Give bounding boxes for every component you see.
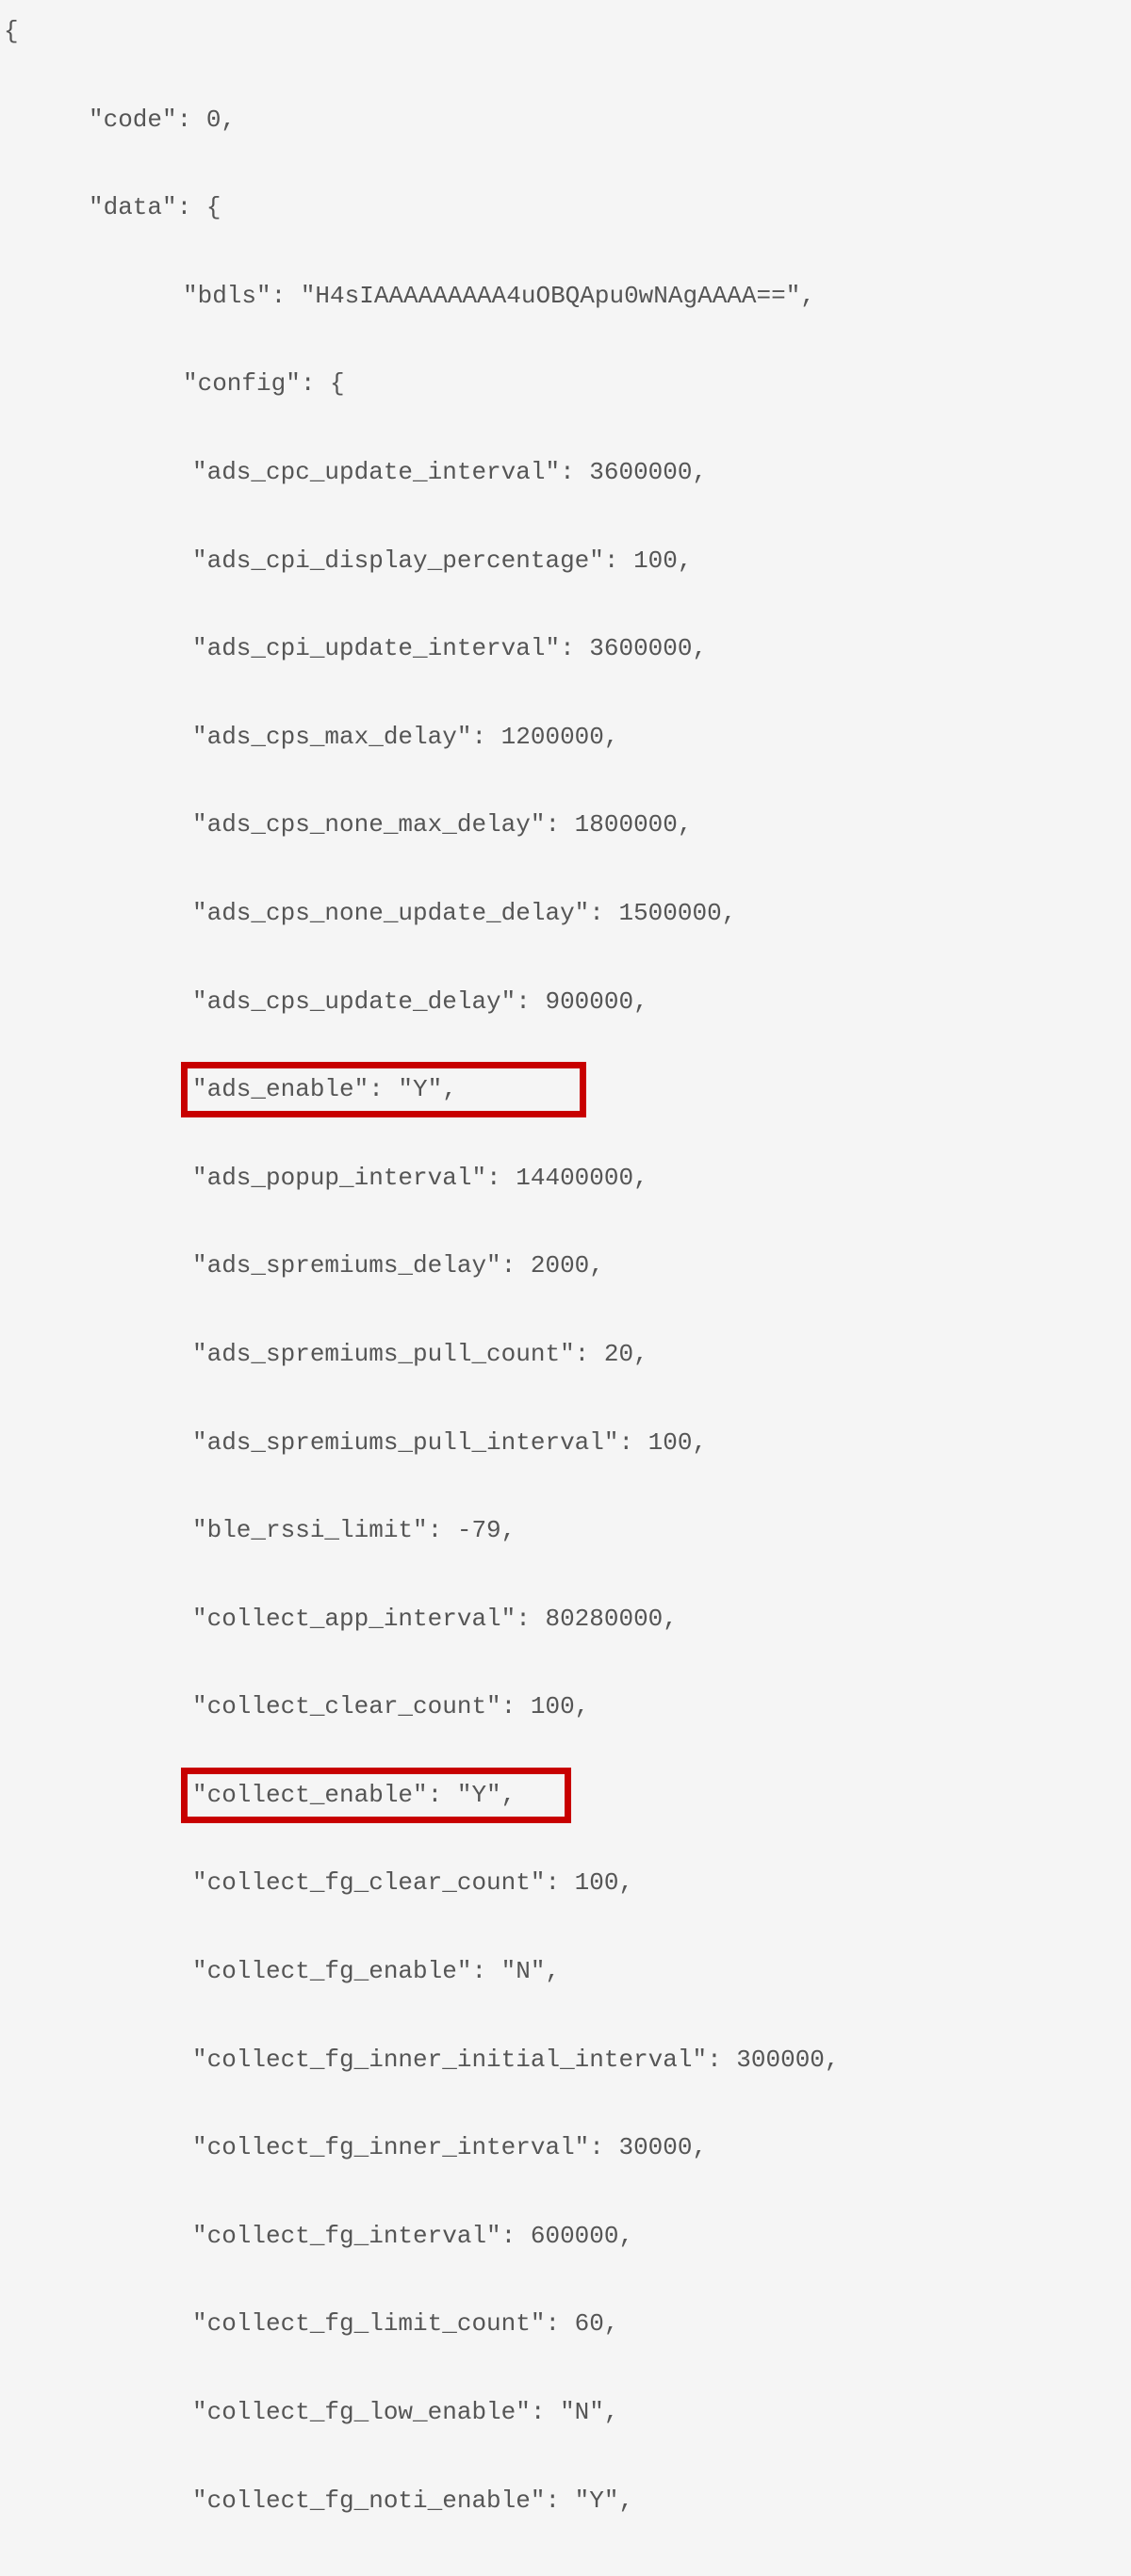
code-line: "collect_clear_count": 100, (4, 1685, 1127, 1729)
json-code-block: { "code": 0, "data": { "bdls": "H4sIAAAA… (0, 0, 1131, 2576)
code-line-highlighted: "ads_enable": "Y", (4, 1068, 1127, 1112)
code-line: "collect_fg_inner_initial_interval": 300… (4, 2038, 1127, 2082)
code-line: "ble_rssi_limit": -79, (4, 1508, 1127, 1553)
highlight-box: "collect_enable": "Y", (192, 1773, 560, 1818)
code-line: "ads_cps_update_delay": 900000, (4, 980, 1127, 1024)
code-line: "bdls": "H4sIAAAAAAAAA4uOBQApu0wNAgAAAA=… (4, 274, 1127, 318)
code-line: "collect_fg_noti_enable": "Y", (4, 2479, 1127, 2523)
code-line: "ads_cps_max_delay": 1200000, (4, 715, 1127, 759)
code-line: { (4, 9, 1127, 54)
code-line: "collect_fg_interval": 600000, (4, 2214, 1127, 2258)
code-line: "ads_popup_interval": 14400000, (4, 1156, 1127, 1200)
code-line-highlighted: "collect_enable": "Y", (4, 1773, 1127, 1818)
code-line: "ads_cps_none_max_delay": 1800000, (4, 803, 1127, 847)
code-line: "config": { (4, 362, 1127, 406)
code-line: "ads_cps_none_update_delay": 1500000, (4, 891, 1127, 936)
code-line: "collect_fg_low_enable": "N", (4, 2390, 1127, 2435)
code-text: "collect_enable": "Y", (192, 1781, 516, 1809)
code-line: "ads_spremiums_pull_count": 20, (4, 1332, 1127, 1377)
highlight-box: "ads_enable": "Y", (192, 1068, 575, 1112)
code-line: "data": { (4, 186, 1127, 230)
code-text: "ads_enable": "Y", (192, 1075, 457, 1103)
code-line: "collect_fg_enable": "N", (4, 1949, 1127, 1994)
code-line: "collect_fg_inner_interval": 30000, (4, 2126, 1127, 2170)
code-line: "ads_spremiums_pull_interval": 100, (4, 1421, 1127, 1465)
code-line: "collect_app_interval": 80280000, (4, 1597, 1127, 1641)
code-line: "ads_spremiums_delay": 2000, (4, 1244, 1127, 1288)
code-line: "code": 0, (4, 98, 1127, 142)
code-line: "ads_cpi_update_interval": 3600000, (4, 627, 1127, 671)
code-line: "collect_fg_clear_count": 100, (4, 1861, 1127, 1905)
code-line: "ads_cpi_display_percentage": 100, (4, 539, 1127, 583)
code-line: "collect_fg_limit_count": 60, (4, 2302, 1127, 2346)
code-line: "ads_cpc_update_interval": 3600000, (4, 450, 1127, 495)
